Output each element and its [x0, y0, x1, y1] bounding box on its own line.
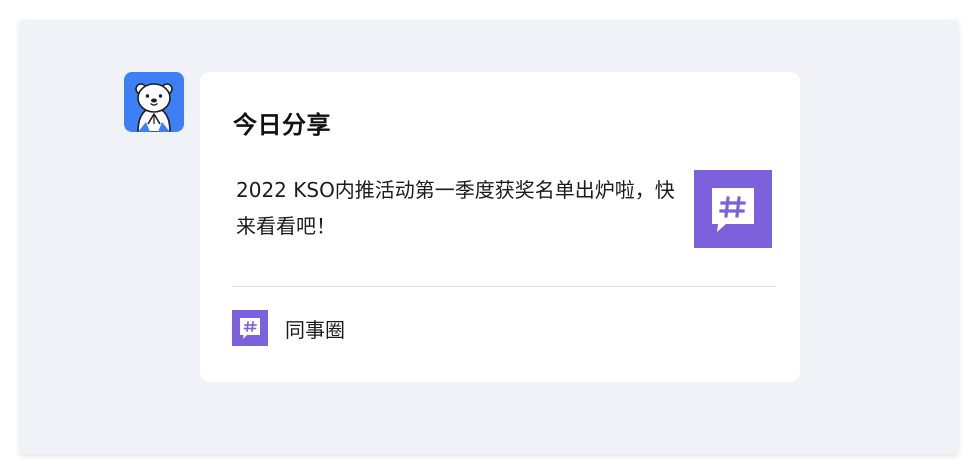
- card-thumbnail: [694, 170, 772, 248]
- hashtag-chat-icon: [232, 310, 268, 346]
- hashtag-chat-icon: [712, 188, 754, 232]
- card-source[interactable]: 同事圈: [232, 310, 345, 346]
- card-title: 今日分享: [233, 111, 331, 139]
- share-card[interactable]: 今日分享 2022 KSO内推活动第一季度获奖名单出炉啦，快来看看吧！ 同事圈: [200, 72, 800, 382]
- card-body-text: 2022 KSO内推活动第一季度获奖名单出炉啦，快来看看吧！: [236, 178, 675, 238]
- sender-avatar[interactable]: [124, 72, 184, 132]
- otter-avatar-icon: [135, 83, 173, 132]
- source-label: 同事圈: [285, 317, 345, 342]
- card-divider: [232, 286, 776, 287]
